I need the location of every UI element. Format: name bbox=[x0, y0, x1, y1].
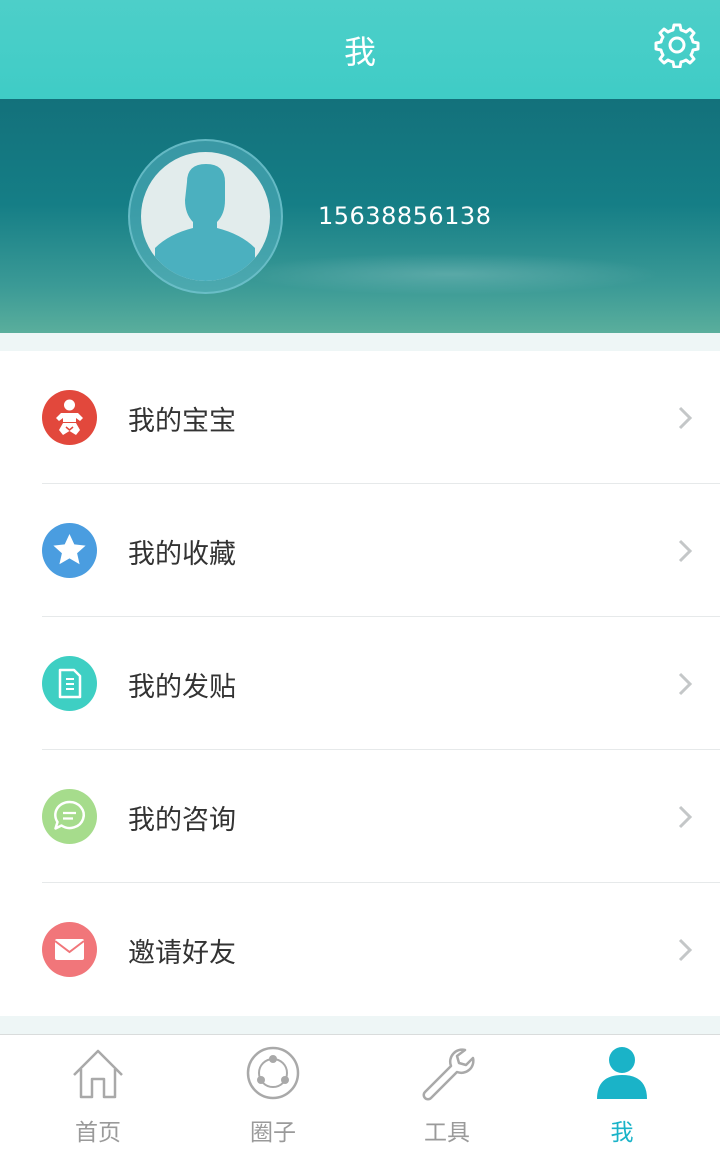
tab-label: 我 bbox=[610, 1120, 634, 1146]
profile-banner: 15638856138 bbox=[0, 99, 720, 333]
chat-bubble-icon bbox=[42, 789, 97, 844]
tab-label: 首页 bbox=[75, 1120, 121, 1146]
menu-item-label: 邀请好友 bbox=[128, 938, 236, 969]
person-icon bbox=[594, 1045, 650, 1101]
menu-item-label: 我的发贴 bbox=[128, 672, 236, 703]
tab-circle[interactable]: 圈子 bbox=[183, 1035, 363, 1150]
user-silhouette-icon bbox=[141, 152, 270, 281]
tab-home[interactable]: 首页 bbox=[8, 1035, 188, 1150]
chevron-right-icon bbox=[676, 804, 694, 830]
phone-number: 15638856138 bbox=[318, 202, 492, 230]
menu-item-my-posts[interactable]: 我的发贴 bbox=[0, 617, 720, 750]
menu-item-label: 我的咨询 bbox=[128, 805, 236, 836]
chevron-right-icon bbox=[676, 538, 694, 564]
star-icon bbox=[42, 523, 97, 578]
tab-me[interactable]: 我 bbox=[532, 1035, 712, 1150]
menu-item-label: 我的收藏 bbox=[128, 539, 236, 570]
tab-tools[interactable]: 工具 bbox=[357, 1035, 537, 1150]
menu-list: 我的宝宝 我的收藏 我的发贴 我的咨询 邀请好友 bbox=[0, 351, 720, 1016]
document-icon bbox=[42, 656, 97, 711]
menu-item-my-consultations[interactable]: 我的咨询 bbox=[0, 750, 720, 883]
circle-nodes-icon bbox=[245, 1045, 301, 1101]
menu-item-my-favorites[interactable]: 我的收藏 bbox=[0, 484, 720, 617]
tab-label: 工具 bbox=[424, 1120, 470, 1146]
top-bar: 我 bbox=[0, 0, 720, 99]
home-icon bbox=[70, 1045, 126, 1101]
menu-item-my-baby[interactable]: 我的宝宝 bbox=[0, 351, 720, 484]
chevron-right-icon bbox=[676, 405, 694, 431]
envelope-icon bbox=[42, 922, 97, 977]
chevron-right-icon bbox=[676, 671, 694, 697]
page-title: 我 bbox=[343, 33, 376, 71]
avatar[interactable] bbox=[128, 139, 283, 294]
baby-icon bbox=[42, 390, 97, 445]
menu-item-label: 我的宝宝 bbox=[128, 406, 236, 437]
bottom-tab-bar: 首页 圈子 工具 我 bbox=[0, 1034, 720, 1150]
chevron-right-icon bbox=[676, 937, 694, 963]
gear-icon[interactable] bbox=[654, 22, 700, 69]
tab-label: 圈子 bbox=[250, 1120, 296, 1146]
menu-item-invite-friends[interactable]: 邀请好友 bbox=[0, 883, 720, 1016]
wrench-icon bbox=[419, 1045, 475, 1101]
